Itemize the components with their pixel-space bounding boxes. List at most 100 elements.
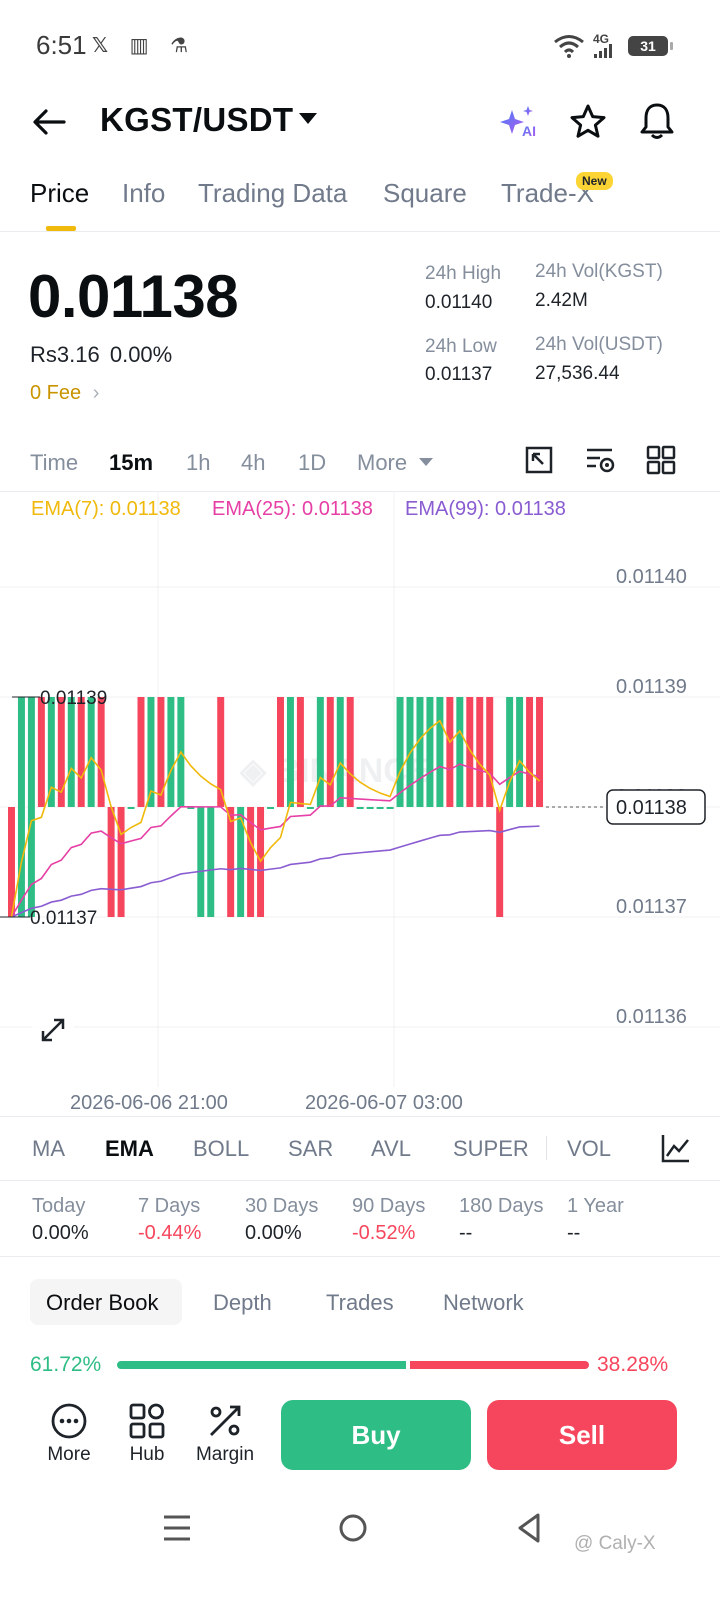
candle — [466, 697, 474, 807]
grid-layout-icon[interactable] — [645, 444, 677, 476]
fee-label: 0 Fee — [30, 382, 82, 404]
hub-label[interactable]: Hub — [102, 1444, 192, 1466]
pair-title[interactable]: KGST/USDT — [100, 101, 293, 139]
ai-sparkle-icon[interactable]: AI — [498, 104, 542, 142]
ema25-legend: EMA(25): 0.01138 — [212, 498, 373, 520]
y-tick-label: 0.01137 — [616, 896, 687, 918]
more-label[interactable]: More — [24, 1444, 114, 1466]
wifi-icon — [554, 35, 584, 58]
expand-icon — [41, 1018, 65, 1042]
candle — [127, 807, 135, 809]
pair-dropdown-caret-icon[interactable] — [299, 113, 317, 124]
more-caret-icon — [419, 458, 433, 466]
low-label: 24h Low — [425, 336, 497, 357]
candle — [227, 807, 235, 917]
tab-order-book[interactable]: Order Book — [46, 1290, 159, 1316]
chart-fullscreen-icon[interactable] — [523, 444, 555, 476]
candle — [296, 697, 304, 807]
candle — [426, 697, 434, 807]
home-icon[interactable] — [333, 1508, 373, 1548]
margin-icon[interactable] — [206, 1402, 244, 1440]
chart-settings-icon[interactable] — [584, 444, 616, 476]
interval-time[interactable]: Time — [30, 450, 78, 476]
x-tick-label: 2026-06-07 03:00 — [305, 1092, 463, 1112]
sell-button[interactable]: Sell — [487, 1400, 677, 1470]
period-7d-label: 7 Days — [138, 1195, 201, 1217]
tab-square[interactable]: Square — [383, 178, 467, 209]
candle — [107, 807, 115, 917]
candle — [97, 697, 105, 807]
candle — [67, 697, 75, 807]
candle — [17, 697, 25, 917]
tab-network[interactable]: Network — [443, 1290, 524, 1316]
indicator-boll[interactable]: BOLL — [193, 1136, 249, 1162]
candle — [167, 697, 175, 807]
x-tick-label: 2026-06-06 21:00 — [70, 1092, 228, 1112]
divider — [0, 1256, 720, 1257]
back-arrow-icon[interactable] — [30, 102, 70, 142]
sell-ratio-bar — [410, 1361, 589, 1369]
candle — [496, 807, 504, 917]
ema99-legend: EMA(99): 0.01138 — [405, 498, 566, 520]
candle — [536, 697, 544, 807]
high-label: 24h High — [425, 263, 502, 284]
interval-4h[interactable]: 4h — [241, 450, 265, 476]
indicator-vol[interactable]: VOL — [567, 1136, 611, 1162]
favorite-star-icon[interactable] — [568, 102, 608, 142]
buy-button[interactable]: Buy — [281, 1400, 471, 1470]
period-30d-value: 0.00% — [245, 1222, 302, 1244]
y-tick-label: 0.01136 — [616, 1006, 687, 1028]
more-icon[interactable] — [50, 1402, 88, 1440]
candle — [286, 697, 294, 807]
fiat-value: Rs3.16 — [30, 342, 100, 367]
candle — [446, 697, 454, 807]
notification-icons: 𝕏 ▥ ⚗ — [92, 35, 197, 57]
indicator-avl[interactable]: AVL — [371, 1136, 411, 1162]
indicator-super[interactable]: SUPER — [453, 1136, 529, 1162]
period-1y-value: -- — [567, 1222, 581, 1244]
indicator-sar[interactable]: SAR — [288, 1136, 333, 1162]
period-90d-label: 90 Days — [352, 1195, 426, 1217]
interval-1h[interactable]: 1h — [186, 450, 210, 476]
candle — [476, 697, 484, 807]
period-today-value: 0.00% — [32, 1222, 89, 1244]
candle — [486, 697, 494, 807]
fiat-price: Rs3.16 0.00% — [30, 342, 172, 368]
bell-alert-icon[interactable] — [636, 100, 678, 142]
signal-icon — [594, 44, 612, 58]
interval-1d[interactable]: 1D — [298, 450, 326, 476]
interval-more[interactable]: More — [357, 450, 407, 476]
candle — [197, 807, 205, 917]
candle — [436, 697, 444, 807]
indicator-ma[interactable]: MA — [32, 1136, 65, 1162]
indicator-chart-icon[interactable] — [660, 1132, 692, 1164]
margin-label[interactable]: Margin — [180, 1444, 270, 1466]
back-nav-icon[interactable] — [510, 1508, 550, 1548]
fee-link[interactable]: 0 Fee › — [30, 382, 99, 405]
price-change: 0.00% — [109, 342, 173, 367]
price-chart[interactable]: ◈ BINANCE0.011400.011390.011380.011370.0… — [0, 492, 720, 1112]
tab-trading-data[interactable]: Trading Data — [198, 178, 347, 209]
current-price-label: 0.01138 — [616, 797, 687, 819]
tab-depth[interactable]: Depth — [213, 1290, 272, 1316]
svg-text:AI: AI — [522, 123, 536, 139]
recent-apps-icon[interactable] — [157, 1508, 197, 1548]
hub-icon[interactable] — [128, 1402, 166, 1440]
divider — [0, 231, 720, 232]
period-today-label: Today — [32, 1195, 86, 1217]
candle — [386, 807, 394, 809]
watermark: @ Caly-X — [574, 1533, 656, 1554]
indicator-ema[interactable]: EMA — [105, 1136, 154, 1162]
candle — [336, 697, 344, 807]
expand-chart-button[interactable] — [32, 1009, 74, 1051]
candle — [356, 807, 364, 809]
sell-ratio: 38.28% — [597, 1353, 669, 1376]
candle — [516, 697, 524, 807]
period-180d-value: -- — [459, 1222, 473, 1244]
candle — [207, 807, 215, 917]
tab-price[interactable]: Price — [30, 178, 89, 209]
candle — [47, 697, 55, 807]
tab-info[interactable]: Info — [122, 178, 165, 209]
interval-15m[interactable]: 15m — [109, 450, 153, 476]
tab-trades[interactable]: Trades — [326, 1290, 394, 1316]
